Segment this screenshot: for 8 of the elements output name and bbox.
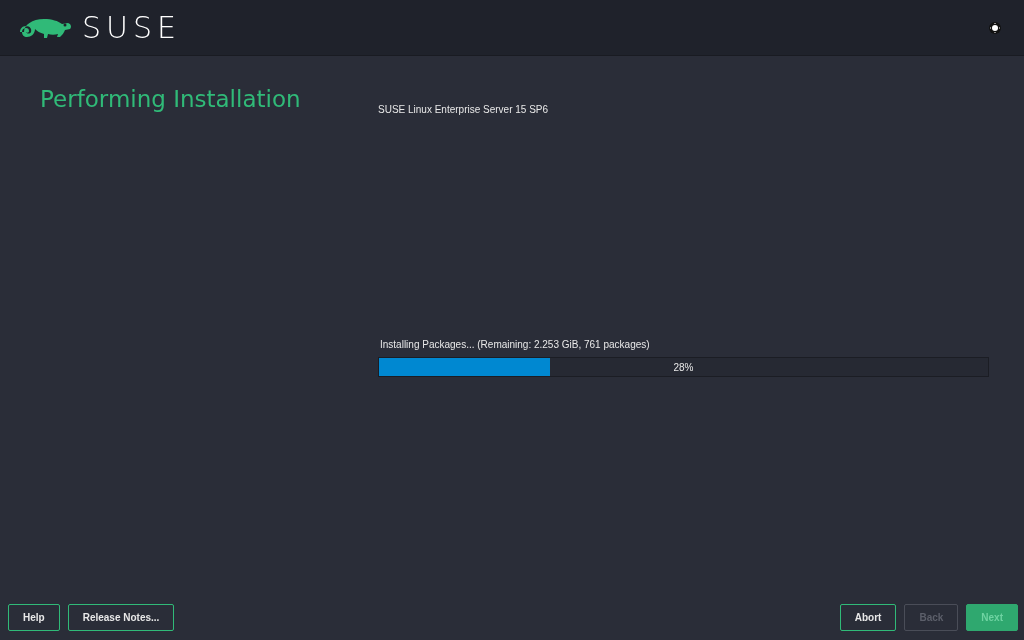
logo-text: SUSE: [82, 10, 181, 45]
footer-button[interactable]: Release Notes...: [67, 604, 175, 631]
progress-label: Installing Packages... (Remaining: 2.253 GiB, 761 packages): [380, 339, 651, 350]
footer-button[interactable]: Help: [8, 604, 60, 631]
page-title: Performing Installation: [40, 86, 302, 112]
progress-reading: 28%: [673, 361, 694, 373]
product-name: SUSE Linux Enterprise Server 15 SP6: [378, 104, 550, 115]
footer-button[interactable]: Abort: [839, 604, 897, 631]
